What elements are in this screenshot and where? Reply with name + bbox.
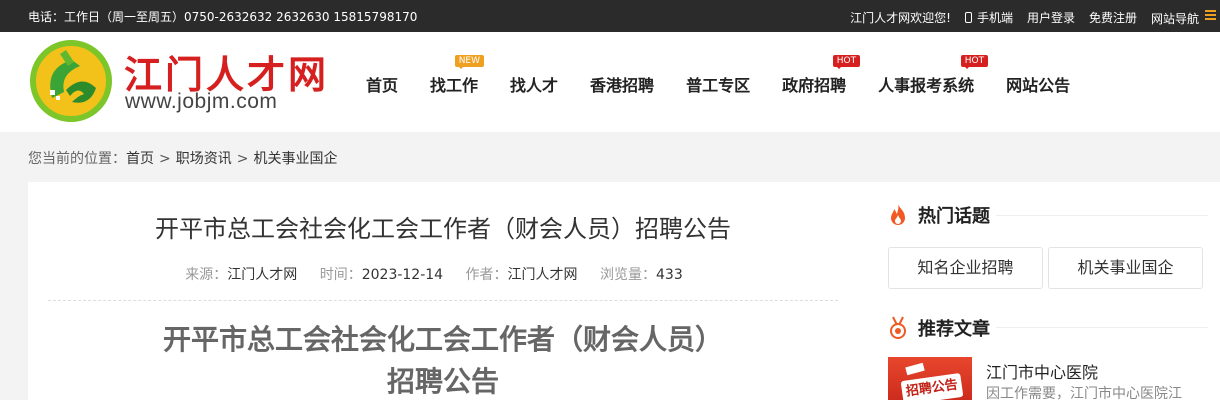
nav-item-home[interactable]: 首页	[366, 72, 398, 96]
flame-icon	[891, 204, 905, 225]
graduation-cap-icon	[905, 362, 925, 376]
hot-badge: HOT	[832, 55, 861, 69]
article-panel: 开平市总工会社会化工会工作者（财会人员）招聘公告 来源：江门人才网 时间：202…	[28, 182, 858, 400]
source-label: 来源：	[185, 267, 228, 283]
article-meta: 来源：江门人才网 时间：2023-12-14 作者：江门人才网 浏览量：433	[28, 264, 858, 284]
nav-item-general-workers[interactable]: 普工专区	[686, 72, 750, 96]
recommended-article-title[interactable]: 江门市中心医院	[986, 359, 1098, 383]
source-value: 江门人才网	[227, 267, 298, 283]
article-thumbnail[interactable]: 招聘公告	[888, 357, 972, 400]
breadcrumb-home[interactable]: 首页	[126, 151, 154, 167]
views-value: 433	[656, 267, 683, 283]
contact-info: 电话：工作日（周一至周五）0750-2632632 2632630 158157…	[28, 10, 418, 24]
sidebar: 热门话题 知名企业招聘 机关事业国企 推荐文章 招聘公告 江门市中心医院 因工作…	[858, 182, 1220, 400]
section-divider	[996, 327, 1208, 328]
nav-item-find-talent[interactable]: 找人才	[510, 72, 558, 96]
nav-item-announcements[interactable]: 网站公告	[1006, 72, 1070, 96]
phone-icon	[964, 12, 972, 23]
breadcrumb-career-news[interactable]: 职场资讯	[176, 151, 232, 167]
site-url: www.jobjm.com	[125, 90, 278, 113]
site-logo-icon[interactable]	[30, 40, 112, 122]
nav-item-hk-jobs[interactable]: 香港招聘	[590, 72, 654, 96]
nav-item-find-job[interactable]: 找工作 NEW	[430, 55, 485, 96]
views-label: 浏览量：	[600, 267, 656, 283]
mobile-link[interactable]: 手机端	[964, 9, 1013, 26]
hot-topics-header: 热门话题	[888, 202, 990, 228]
article-heading: 开平市总工会社会化工会工作者（财会人员） 招聘公告	[162, 323, 723, 398]
nav-item-exam-system[interactable]: 人事报考系统 HOT	[878, 55, 989, 96]
author-label: 作者：	[465, 267, 508, 283]
tag-famous-companies[interactable]: 知名企业招聘	[888, 247, 1043, 289]
menu-icon	[1205, 8, 1216, 22]
breadcrumb: 您当前的位置：首页 > 职场资讯 > 机关事业国企	[28, 148, 337, 168]
welcome-text: 江门人才网欢迎您!	[850, 11, 951, 25]
breadcrumb-gov-soe[interactable]: 机关事业国企	[253, 151, 337, 167]
recommended-article-desc: 因工作需要，江门市中心医院江	[986, 386, 1182, 400]
top-links: 江门人才网欢迎您! 手机端 用户登录 免费注册 网站导航	[836, 8, 1216, 27]
login-link[interactable]: 用户登录	[1027, 9, 1075, 26]
sitemap-link[interactable]: 网站导航	[1151, 8, 1216, 27]
main-nav: 首页 找工作 NEW 找人才 香港招聘 普工专区 政府招聘 HOT 人事报考系统 HO…	[350, 55, 1086, 96]
thumbnail-label: 招聘公告	[900, 372, 964, 400]
nav-item-gov-jobs[interactable]: 政府招聘 HOT	[782, 55, 861, 96]
meta-divider	[48, 300, 838, 301]
breadcrumb-separator: >	[159, 151, 171, 167]
medal-icon	[890, 316, 906, 339]
time-value: 2023-12-14	[361, 267, 444, 283]
recommended-header: 推荐文章	[888, 315, 990, 341]
section-divider	[996, 215, 1208, 216]
site-header: 江门人才网 www.jobjm.com 首页 找工作 NEW 找人才 香港招聘 普…	[0, 32, 1220, 132]
article-title: 开平市总工会社会化工会工作者（财会人员）招聘公告	[155, 215, 731, 243]
breadcrumb-prefix: 您当前的位置：	[28, 151, 126, 167]
author-value: 江门人才网	[507, 267, 578, 283]
hot-badge: HOT	[960, 55, 989, 69]
tag-gov-soe[interactable]: 机关事业国企	[1048, 247, 1203, 289]
new-badge: NEW	[454, 55, 485, 69]
register-link[interactable]: 免费注册	[1089, 9, 1137, 26]
top-bar: 电话：工作日（周一至周五）0750-2632632 2632630 158157…	[0, 0, 1220, 32]
time-label: 时间：	[319, 267, 362, 283]
breadcrumb-separator: >	[236, 151, 249, 167]
